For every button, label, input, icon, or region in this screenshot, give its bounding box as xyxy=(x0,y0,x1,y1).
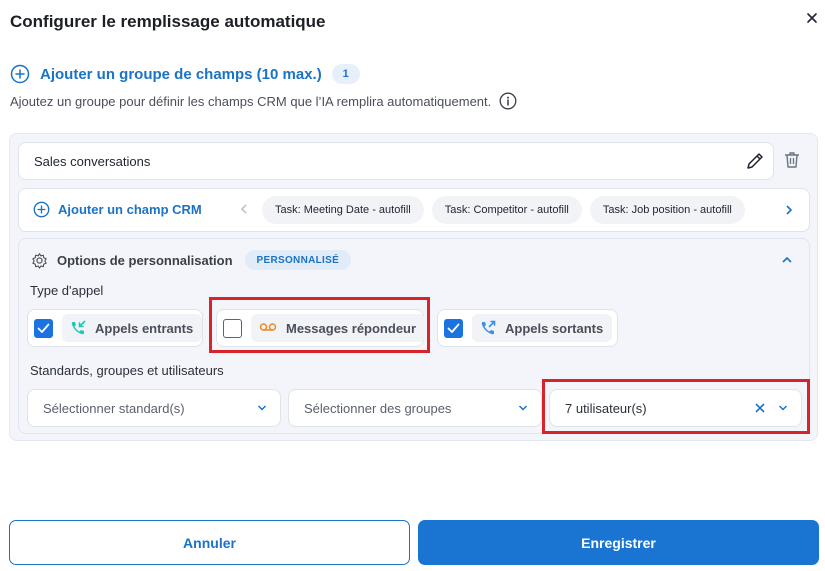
chevron-up-icon[interactable] xyxy=(781,255,793,265)
custom-status-badge: PERSONNALISÉ xyxy=(244,250,352,270)
chevron-right-icon[interactable] xyxy=(783,203,795,217)
chevron-down-icon xyxy=(257,405,267,411)
incoming-call-label: Appels entrants xyxy=(95,320,194,336)
highlight-users-select xyxy=(542,379,810,434)
add-field-group-button[interactable]: Ajouter un groupe de champs (10 max.) 1 xyxy=(10,63,360,85)
incoming-call-pill: Appels entrants xyxy=(62,314,203,342)
dialog-title: Configurer le remplissage automatique xyxy=(10,12,326,31)
gear-icon xyxy=(32,252,47,269)
chevron-left-icon[interactable] xyxy=(240,203,248,215)
standard-select[interactable]: Sélectionner standard(s) xyxy=(27,389,281,427)
trash-icon[interactable] xyxy=(782,150,802,170)
add-crm-field-button[interactable]: Ajouter un champ CRM xyxy=(33,201,202,218)
customization-title: Options de personnalisation xyxy=(57,252,233,268)
close-icon xyxy=(807,13,817,23)
customization-header[interactable]: Options de personnalisation PERSONNALISÉ xyxy=(31,249,352,271)
plus-circle-icon xyxy=(33,201,50,218)
outgoing-call-icon xyxy=(481,320,496,335)
call-type-outgoing[interactable]: Appels sortants xyxy=(437,309,618,347)
add-crm-field-label: Ajouter un champ CRM xyxy=(58,202,202,217)
incoming-checkbox[interactable] xyxy=(34,318,53,338)
call-type-incoming[interactable]: Appels entrants xyxy=(27,309,203,347)
outgoing-call-pill: Appels sortants xyxy=(472,314,613,342)
targets-label: Standards, groupes et utilisateurs xyxy=(30,363,224,378)
cancel-button[interactable]: Annuler xyxy=(9,520,410,565)
crm-field-chip[interactable]: Task: Meeting Date - autofill xyxy=(262,196,424,224)
chevron-down-icon xyxy=(518,405,528,411)
close-button[interactable] xyxy=(803,9,821,27)
outgoing-call-label: Appels sortants xyxy=(505,320,604,336)
call-type-label: Type d'appel xyxy=(30,283,104,298)
highlight-voicemail xyxy=(209,297,430,353)
groups-select[interactable]: Sélectionner des groupes xyxy=(288,389,542,427)
crm-field-chip[interactable]: Task: Competitor - autofill xyxy=(431,196,582,224)
save-button[interactable]: Enregistrer xyxy=(418,520,819,565)
check-icon xyxy=(447,323,460,333)
check-icon xyxy=(37,323,50,333)
standard-select-placeholder: Sélectionner standard(s) xyxy=(43,400,185,416)
info-icon[interactable] xyxy=(499,92,517,110)
groups-select-placeholder: Sélectionner des groupes xyxy=(304,400,452,416)
crm-field-chip[interactable]: Task: Job position - autofill xyxy=(589,196,745,224)
outgoing-checkbox[interactable] xyxy=(444,318,463,338)
add-group-description: Ajoutez un groupe pour définir les champ… xyxy=(10,91,517,111)
plus-circle-icon xyxy=(10,64,30,84)
group-count-badge: 1 xyxy=(331,64,360,84)
crm-field-chips: Task: Meeting Date - autofill Task: Comp… xyxy=(262,196,772,226)
incoming-call-icon xyxy=(71,320,86,335)
description-text: Ajoutez un groupe pour définir les champ… xyxy=(10,93,492,109)
add-field-group-label: Ajouter un groupe de champs (10 max.) xyxy=(40,65,322,83)
crm-fields-row: Ajouter un champ CRM Task: Meeting Date … xyxy=(18,188,810,232)
pencil-icon[interactable] xyxy=(744,150,766,172)
group-name-field[interactable]: Sales conversations xyxy=(18,142,774,180)
